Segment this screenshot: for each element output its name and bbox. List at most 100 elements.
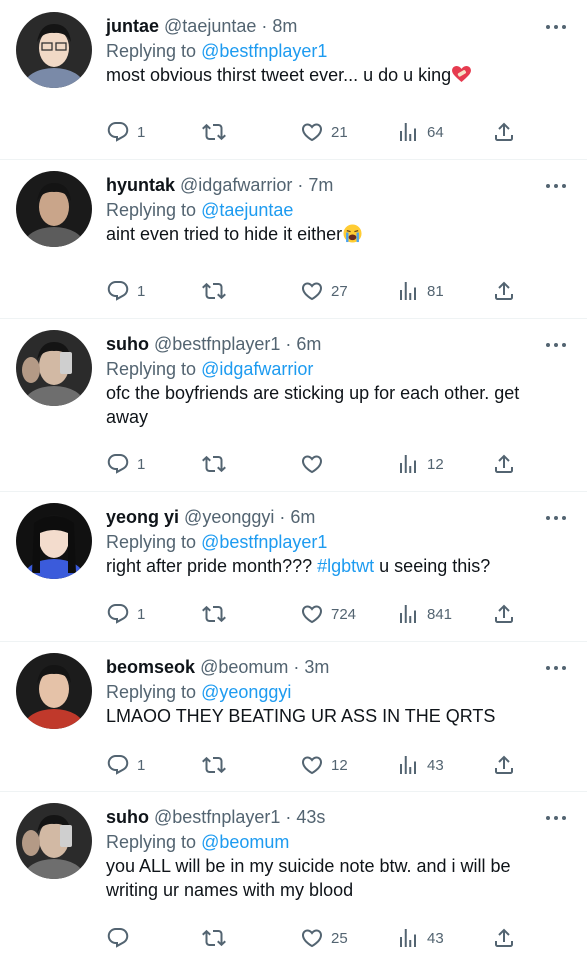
- views-button[interactable]: 43: [396, 753, 444, 777]
- handle[interactable]: @idgafwarrior: [180, 175, 292, 195]
- more-options-button[interactable]: [544, 20, 568, 32]
- avatar[interactable]: [16, 803, 92, 879]
- replying-to-handle[interactable]: @beomum: [201, 832, 289, 852]
- avatar[interactable]: [16, 330, 92, 406]
- share-icon: [492, 926, 516, 950]
- tweet-header: beomseok @beomum · 3m: [106, 655, 329, 679]
- view-count: 43: [427, 756, 444, 774]
- like-button[interactable]: 724: [300, 602, 356, 626]
- tweet-divider: [0, 791, 587, 792]
- more-icon: [544, 512, 568, 524]
- handle[interactable]: @bestfnplayer1: [154, 807, 280, 827]
- avatar[interactable]: [16, 653, 92, 729]
- views-button[interactable]: 81: [396, 279, 444, 303]
- tweet-divider: [0, 491, 587, 492]
- replying-to-handle[interactable]: @yeonggyi: [201, 682, 291, 702]
- avatar-photo: [16, 503, 92, 579]
- replying-to-label: Replying to: [106, 41, 197, 61]
- replying-to: Replying to @beomum: [106, 830, 289, 854]
- handle-and-time: @idgafwarrior · 7m: [180, 175, 334, 195]
- tweet-actions: 25 43: [106, 926, 518, 950]
- handle[interactable]: @taejuntae: [164, 16, 256, 36]
- heart-icon: [300, 120, 324, 144]
- share-button[interactable]: [492, 602, 516, 626]
- like-count: 21: [331, 123, 348, 141]
- reply-button[interactable]: 1: [106, 602, 145, 626]
- handle[interactable]: @bestfnplayer1: [154, 334, 280, 354]
- share-button[interactable]: [492, 452, 516, 476]
- reply-button[interactable]: 1: [106, 279, 145, 303]
- retweet-button[interactable]: [202, 120, 233, 144]
- tweet-header: hyuntak @idgafwarrior · 7m: [106, 173, 333, 197]
- like-button[interactable]: 25: [300, 926, 348, 950]
- reply-icon: [106, 279, 130, 303]
- retweet-button[interactable]: [202, 753, 233, 777]
- more-options-button[interactable]: [544, 338, 568, 350]
- display-name[interactable]: juntae: [106, 16, 159, 36]
- display-name[interactable]: yeong yi: [106, 507, 179, 527]
- replying-to-handle[interactable]: @idgafwarrior: [201, 359, 313, 379]
- more-options-button[interactable]: [544, 661, 568, 673]
- reply-button[interactable]: [106, 926, 137, 950]
- timestamp[interactable]: 6m: [296, 334, 321, 354]
- replying-to-handle[interactable]: @bestfnplayer1: [201, 41, 327, 61]
- retweet-button[interactable]: [202, 926, 233, 950]
- replying-to-label: Replying to: [106, 832, 197, 852]
- hashtag-link[interactable]: #lgbtwt: [317, 556, 374, 576]
- view-count: 81: [427, 282, 444, 300]
- timestamp[interactable]: 8m: [272, 16, 297, 36]
- display-name[interactable]: suho: [106, 334, 149, 354]
- share-button[interactable]: [492, 120, 516, 144]
- tweet-divider: [0, 159, 587, 160]
- tweet-text: LMAOO THEY BEATING UR ASS IN THE QRTS: [106, 704, 566, 728]
- retweet-button[interactable]: [202, 602, 233, 626]
- tweet-text-content: aint even tried to hide it either: [106, 224, 343, 244]
- replying-to-handle[interactable]: @bestfnplayer1: [201, 532, 327, 552]
- tweet-actions: 1 27 81: [106, 279, 518, 303]
- views-button[interactable]: 64: [396, 120, 444, 144]
- reply-button[interactable]: 1: [106, 120, 145, 144]
- avatar[interactable]: [16, 12, 92, 88]
- replying-to-label: Replying to: [106, 532, 197, 552]
- replying-to-handle[interactable]: @taejuntae: [201, 200, 293, 220]
- more-options-button[interactable]: [544, 811, 568, 823]
- timestamp[interactable]: 43s: [296, 807, 325, 827]
- retweet-button[interactable]: [202, 452, 233, 476]
- more-options-button[interactable]: [544, 511, 568, 523]
- share-button[interactable]: [492, 279, 516, 303]
- share-button[interactable]: [492, 926, 516, 950]
- display-name[interactable]: beomseok: [106, 657, 195, 677]
- more-options-button[interactable]: [544, 179, 568, 191]
- like-count: 724: [331, 605, 357, 623]
- timestamp[interactable]: 7m: [308, 175, 333, 195]
- display-name[interactable]: hyuntak: [106, 175, 175, 195]
- reply-button[interactable]: 1: [106, 452, 145, 476]
- views-button[interactable]: 841: [396, 602, 452, 626]
- like-button[interactable]: 27: [300, 279, 348, 303]
- like-button[interactable]: [300, 452, 331, 476]
- share-button[interactable]: [492, 753, 516, 777]
- timestamp[interactable]: 6m: [290, 507, 315, 527]
- like-button[interactable]: 21: [300, 120, 348, 144]
- tweet-text: most obvious thirst tweet ever... u do u…: [106, 63, 566, 87]
- tweet-actions: 1 724 841: [106, 602, 518, 626]
- tweet-actions: 1 12 43: [106, 753, 518, 777]
- avatar[interactable]: [16, 171, 92, 247]
- timestamp[interactable]: 3m: [304, 657, 329, 677]
- avatar[interactable]: [16, 503, 92, 579]
- like-count: 12: [331, 756, 348, 774]
- views-button[interactable]: 43: [396, 926, 444, 950]
- like-count: 27: [331, 282, 348, 300]
- retweet-icon: [202, 279, 226, 303]
- reply-button[interactable]: 1: [106, 753, 145, 777]
- tweet-header: yeong yi @yeonggyi · 6m: [106, 505, 315, 529]
- share-icon: [492, 120, 516, 144]
- handle[interactable]: @beomum: [200, 657, 288, 677]
- views-button[interactable]: 12: [396, 452, 444, 476]
- like-button[interactable]: 12: [300, 753, 348, 777]
- heart-with-bandage-emoji: [451, 65, 472, 85]
- tweet-header: suho @bestfnplayer1 · 43s: [106, 805, 325, 829]
- handle[interactable]: @yeonggyi: [184, 507, 274, 527]
- display-name[interactable]: suho: [106, 807, 149, 827]
- retweet-button[interactable]: [202, 279, 233, 303]
